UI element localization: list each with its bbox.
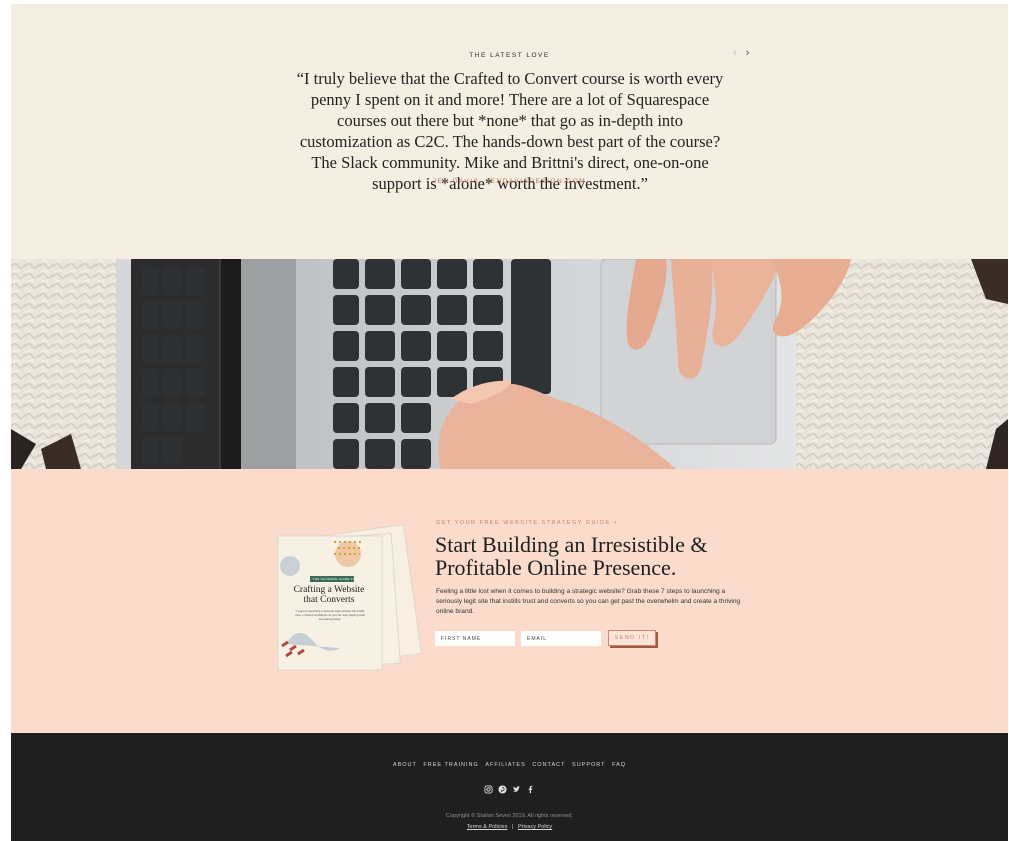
testimonial-arrows: ‹ › <box>733 47 752 59</box>
optin-section: THE ULTIMATE GUIDE TO Crafting a Website… <box>11 469 1008 733</box>
laptop-photo <box>11 259 1008 469</box>
chevron-right-icon[interactable]: › <box>746 47 753 59</box>
book-title-line2: that Converts <box>303 595 355 605</box>
footer: ABOUT FREE TRAINING AFFILIATES CONTACT S… <box>11 733 1008 841</box>
pinterest-icon[interactable] <box>498 785 507 794</box>
chevron-left-icon[interactable]: ‹ <box>733 47 740 59</box>
footer-link-support[interactable]: SUPPORT <box>572 762 606 768</box>
instagram-icon[interactable] <box>484 785 493 794</box>
legal-separator: | <box>511 824 514 830</box>
optin-eyebrow: GET YOUR FREE WEBSITE STRATEGY GUIDE + <box>436 520 619 526</box>
book-tag: THE ULTIMATE GUIDE TO <box>312 577 356 581</box>
hero-image <box>11 259 1008 469</box>
footer-link-contact[interactable]: CONTACT <box>532 762 565 768</box>
testimonial-section: THE LATEST LOVE ‹ › “I truly believe tha… <box>11 4 1008 259</box>
footer-link-faq[interactable]: FAQ <box>612 762 626 768</box>
email-input[interactable] <box>521 631 601 646</box>
page: THE LATEST LOVE ‹ › “I truly believe tha… <box>11 4 1008 841</box>
footer-link-affiliates[interactable]: AFFILIATES <box>485 762 525 768</box>
optin-title: Start Building an Irresistible & Profita… <box>435 532 708 580</box>
footer-link-about[interactable]: ABOUT <box>393 762 417 768</box>
book-title-line1: Crafting a Website <box>293 585 365 595</box>
book-subtitle: 7 steps to launching a seriously legit w… <box>295 609 365 621</box>
privacy-link[interactable]: Privacy Policy <box>518 824 552 830</box>
footer-link-free-training[interactable]: FREE TRAINING <box>423 762 478 768</box>
twitter-icon[interactable] <box>512 785 521 794</box>
testimonial-eyebrow: THE LATEST LOVE <box>469 52 550 59</box>
testimonial-quote: “I truly believe that the Crafted to Con… <box>296 69 724 193</box>
send-button[interactable]: SEND IT! <box>608 630 656 646</box>
legal-links: Terms & Policies | Privacy Policy <box>11 824 1008 830</box>
testimonial-author: JEN DAVIS, JENDAVISDESIGN.COM <box>432 178 587 185</box>
first-name-input[interactable] <box>435 631 515 646</box>
optin-description: Feeling a little lost when it comes to b… <box>436 588 741 615</box>
terms-link[interactable]: Terms & Policies <box>467 824 508 830</box>
copyright-text: Copyright © Station Seven 2019. All righ… <box>446 813 573 819</box>
social-links <box>11 785 1008 794</box>
facebook-icon[interactable] <box>526 785 535 794</box>
footer-nav: ABOUT FREE TRAINING AFFILIATES CONTACT S… <box>11 762 1008 768</box>
